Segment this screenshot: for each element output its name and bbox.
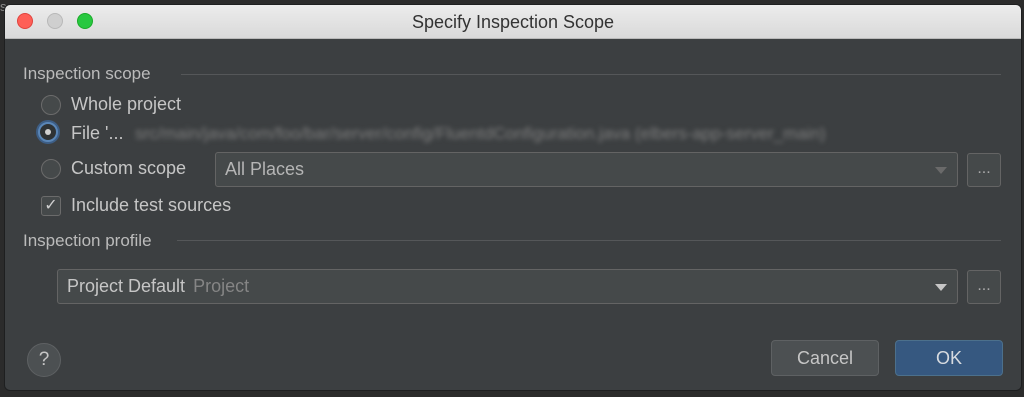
inspection-profile-label: Inspection profile xyxy=(23,231,152,250)
chevron-down-icon xyxy=(935,283,947,291)
inspection-scope-label: Inspection scope xyxy=(23,64,151,83)
include-tests-label[interactable]: Include test sources xyxy=(71,195,231,216)
profile-type: Project xyxy=(193,276,250,296)
file-label[interactable]: File '... xyxy=(71,123,123,144)
cancel-button[interactable]: Cancel xyxy=(771,340,879,376)
include-tests-checkbox[interactable]: ✓ xyxy=(41,196,61,216)
title-bar: Specify Inspection Scope xyxy=(5,5,1021,39)
checkmark-icon: ✓ xyxy=(44,197,58,214)
custom-scope-radio[interactable] xyxy=(41,159,61,179)
ok-button[interactable]: OK xyxy=(895,340,1003,376)
profile-name: Project Default xyxy=(67,276,186,296)
profile-browse-button[interactable]: ... xyxy=(967,270,1001,304)
whole-project-text: Whole project xyxy=(71,94,182,114)
radio-selected-dot xyxy=(45,129,51,135)
whole-project-label[interactable]: Whole project xyxy=(71,94,181,115)
dialog-window: Specify Inspection Scope Inspection scop… xyxy=(4,4,1022,391)
profile-value: Project Default Project xyxy=(67,270,249,303)
inspection-profile-dropdown[interactable]: Project Default Project xyxy=(57,269,958,304)
file-path-obscured: src/main/java/com/foo/bar/server/config/… xyxy=(135,124,826,143)
chevron-down-icon xyxy=(935,166,947,174)
help-button[interactable]: ? xyxy=(27,343,61,377)
custom-scope-browse-button[interactable]: ... xyxy=(967,153,1001,187)
file-text: File '... xyxy=(71,123,124,143)
custom-scope-dropdown[interactable]: All Places xyxy=(215,152,958,187)
help-icon: ? xyxy=(38,349,50,370)
custom-scope-label[interactable]: Custom scope xyxy=(71,158,186,179)
window-title: Specify Inspection Scope xyxy=(411,12,615,32)
whole-project-radio[interactable] xyxy=(41,95,61,115)
file-radio[interactable] xyxy=(38,122,58,142)
custom-scope-value: All Places xyxy=(225,159,305,179)
profile-separator xyxy=(177,240,1001,241)
scope-separator xyxy=(181,74,1001,75)
custom-scope-text: Custom scope xyxy=(71,158,187,178)
